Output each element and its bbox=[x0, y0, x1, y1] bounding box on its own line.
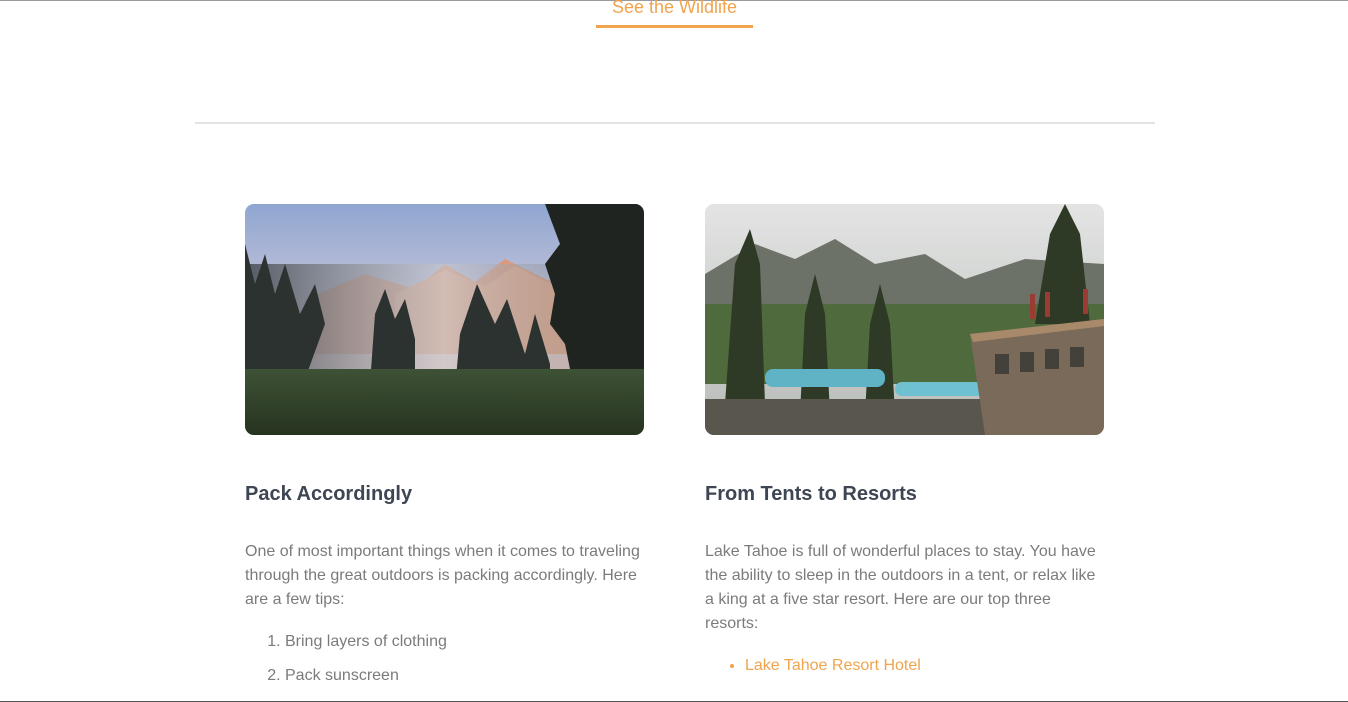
list-item: Pack sunscreen bbox=[285, 665, 645, 687]
card-title: From Tents to Resorts bbox=[705, 483, 917, 505]
section-divider bbox=[195, 122, 1155, 124]
card-body: Lake Tahoe is full of wonderful places t… bbox=[705, 543, 1096, 632]
list-item: Lake Tahoe Resort Hotel bbox=[745, 655, 1105, 677]
card-tents-to-resorts: From Tents to Resorts Lake Tahoe is full… bbox=[705, 204, 1105, 677]
tips-list: Bring layers of clothing Pack sunscreen bbox=[245, 631, 645, 687]
card-pack-accordingly: Pack Accordingly One of most important t… bbox=[245, 204, 645, 699]
card-title: Pack Accordingly bbox=[245, 483, 413, 505]
see-wildlife-link[interactable]: See the Wildlife bbox=[596, 0, 753, 28]
page: See the Wildlife Pack Accordingly One of… bbox=[0, 0, 1348, 702]
resort-photo bbox=[705, 204, 1104, 435]
card-body: One of most important things when it com… bbox=[245, 543, 640, 608]
meadow-photo bbox=[245, 204, 644, 435]
resort-link[interactable]: Lake Tahoe Resort Hotel bbox=[745, 657, 921, 674]
list-item: Bring layers of clothing bbox=[285, 631, 645, 653]
resorts-list: Lake Tahoe Resort Hotel bbox=[705, 655, 1105, 677]
